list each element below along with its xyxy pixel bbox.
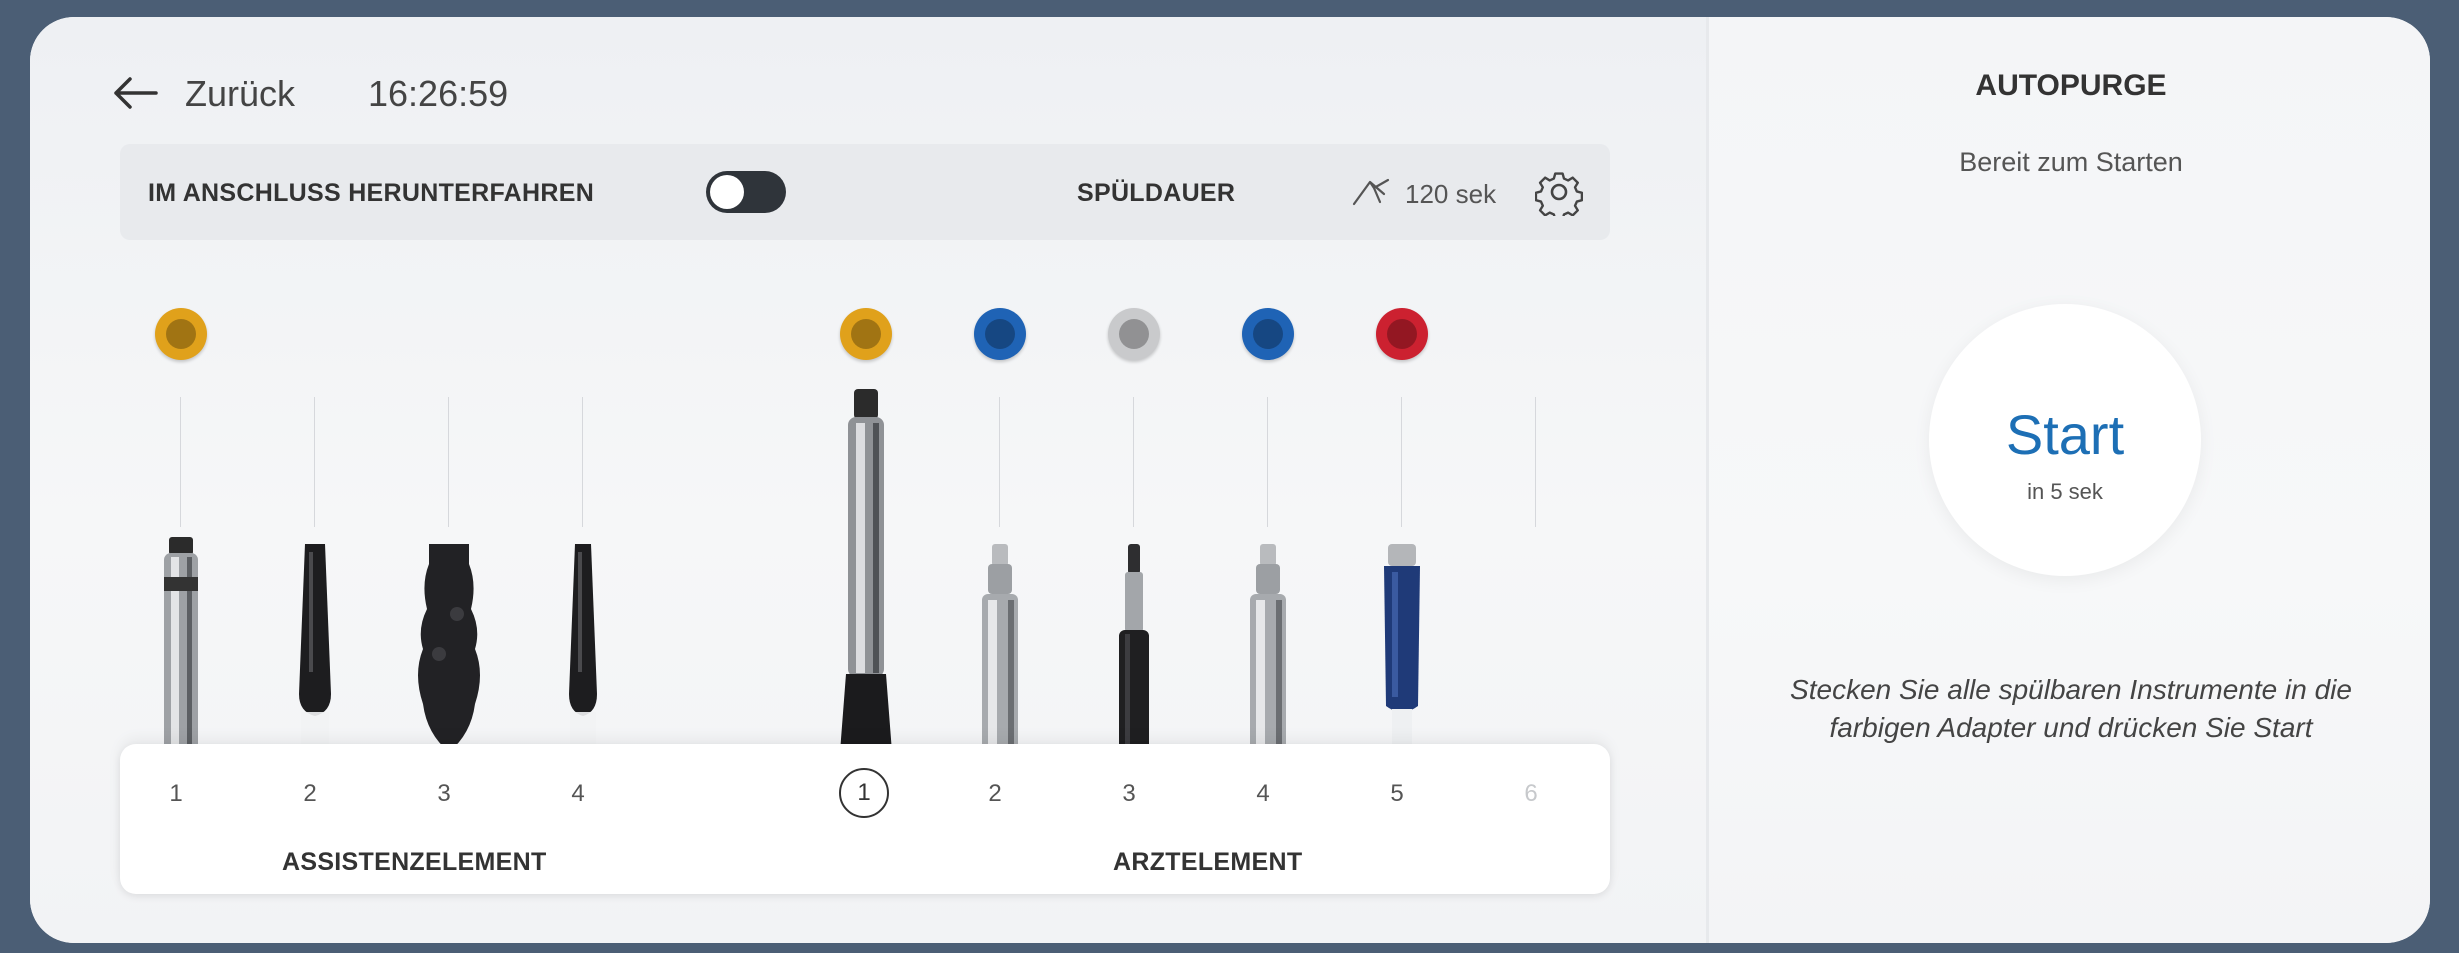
panel-title: AUTOPURGE (1975, 69, 2167, 102)
doctor-slot-number-1-selected[interactable]: 1 (839, 768, 889, 818)
suction-tube-icon (299, 544, 331, 752)
autopurge-panel: AUTOPURGE Bereit zum Starten Start in 5 … (1706, 17, 2430, 943)
assistant-slot-number-1: 1 (169, 780, 183, 807)
start-countdown: in 5 sek (2027, 479, 2103, 504)
slot-guide-line (1133, 397, 1134, 527)
slot-guide-line (448, 397, 449, 527)
slot-guide-line (314, 397, 315, 527)
doctor-slot-number-3: 3 (1122, 780, 1136, 807)
adapter-indicator-orange (840, 308, 892, 360)
long-handpiece-icon (840, 389, 892, 752)
doctor-element-label: ARZTELEMENT (1113, 848, 1303, 876)
slot-guide-line (582, 397, 583, 527)
start-button[interactable]: Start in 5 sek (1929, 304, 2201, 576)
motor-coupling-icon (982, 544, 1018, 752)
adapter-indicator-gray (1108, 308, 1160, 360)
shutdown-toggle[interactable] (706, 171, 786, 213)
doctor-slot-number-6: 6 (1524, 780, 1538, 807)
slot-guide-line (1535, 397, 1536, 527)
app-window: Zurück 16:26:59 IM ANSCHLUSS HERUNTERFAH… (30, 17, 2430, 943)
saliva-ejector-icon (418, 544, 480, 752)
motor-coupling-icon (1250, 544, 1286, 752)
instruction-text: Stecken Sie alle spülbaren Instrumente i… (1790, 674, 2352, 743)
start-label: Start (2005, 403, 2125, 466)
assistant-slot-number-4: 4 (571, 780, 585, 807)
slot-guide-line (1267, 397, 1268, 527)
doctor-slot-number-5: 5 (1390, 780, 1404, 807)
slot-guide-line (1401, 397, 1402, 527)
instrument-area: Zurück 16:26:59 IM ANSCHLUSS HERUNTERFAH… (30, 17, 1706, 943)
assistant-slot-number-3: 3 (437, 780, 451, 807)
chrome-handpiece-icon (164, 537, 198, 752)
doctor-slot-number-2: 2 (988, 780, 1002, 807)
adapter-indicator-blue (974, 308, 1026, 360)
adapter-indicator-blue (1242, 308, 1294, 360)
adapter-indicator-red (1376, 308, 1428, 360)
assistant-element-label: ASSISTENZELEMENT (282, 848, 547, 876)
slot-guide-line (999, 397, 1000, 527)
slot-guide-line (180, 397, 181, 527)
toggle-knob (710, 175, 744, 209)
suction-tube-icon (569, 544, 597, 752)
doctor-slot-number-4: 4 (1256, 780, 1270, 807)
instrument-tray: 1 2 3 4 1 2 3 4 5 6 ASSISTENZELEMENT ARZ… (120, 744, 1610, 894)
panel-status: Bereit zum Starten (1959, 147, 2183, 177)
adapter-indicator-orange (155, 308, 207, 360)
scaler-handpiece-icon (1119, 544, 1149, 752)
blue-sleeve-handpiece-icon (1384, 544, 1420, 752)
assistant-slot-number-2: 2 (303, 780, 317, 807)
